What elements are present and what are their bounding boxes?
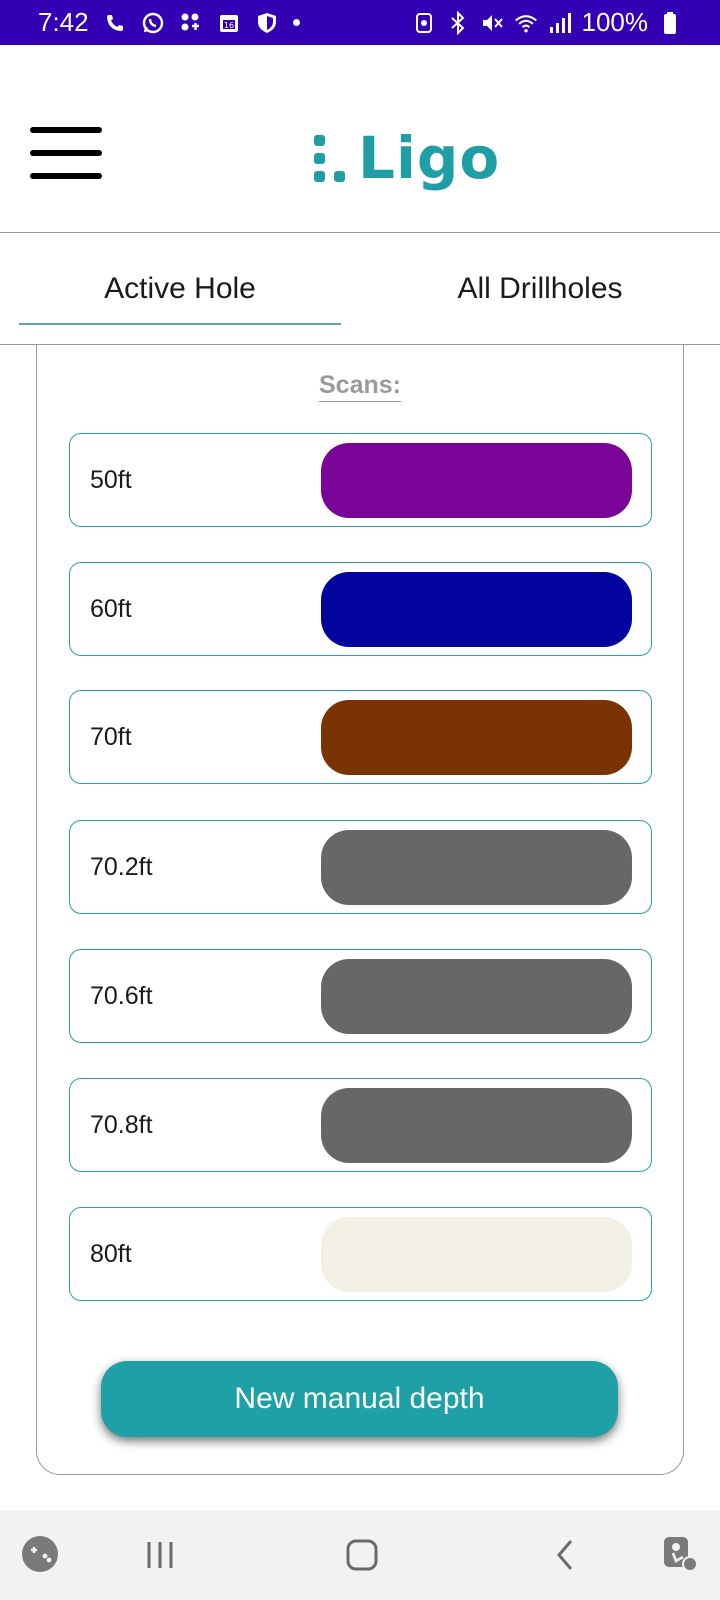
signal-icon [548, 11, 572, 35]
scan-depth-label: 80ft [90, 1239, 132, 1268]
battery-icon [658, 11, 682, 35]
back-icon[interactable] [546, 1535, 586, 1575]
scan-depth-label: 70.6ft [90, 981, 153, 1010]
app-header: Ligo [0, 45, 720, 233]
wifi-icon [514, 11, 538, 35]
scan-color-swatch [321, 830, 632, 905]
status-bar: 7:42 16 100% [0, 0, 720, 45]
system-nav-bar [0, 1510, 720, 1600]
ligo-logo: Ligo [312, 123, 500, 193]
scan-depth-label: 70ft [90, 722, 132, 751]
mute-icon [480, 11, 504, 35]
battery-percent: 100% [581, 7, 649, 37]
tab-label: Active Hole [104, 271, 256, 305]
calendar-icon: 16 [217, 11, 241, 35]
scan-depth-label: 70.2ft [90, 852, 153, 881]
whatsapp-icon [141, 11, 165, 35]
scan-depth-label: 60ft [90, 594, 132, 623]
tab-active-hole[interactable]: Active Hole [0, 233, 360, 344]
nfc-icon [412, 11, 436, 35]
new-manual-depth-button[interactable]: New manual depth [101, 1361, 618, 1437]
scan-row[interactable]: 60ft [69, 562, 652, 656]
status-time: 7:42 [38, 7, 89, 37]
scan-color-swatch [321, 443, 632, 518]
scan-row[interactable]: 70.8ft [69, 1078, 652, 1172]
scan-depth-label: 50ft [90, 465, 132, 494]
scan-row[interactable]: 50ft [69, 433, 652, 527]
accessibility-icon[interactable] [660, 1534, 700, 1574]
tab-all-drillholes[interactable]: All Drillholes [360, 233, 720, 344]
scan-row[interactable]: 80ft [69, 1207, 652, 1301]
shield-icon [255, 11, 279, 35]
logo-text: Ligo [358, 124, 501, 192]
scan-row[interactable]: 70.2ft [69, 820, 652, 914]
scan-color-swatch [321, 572, 632, 647]
scans-card: Scans: 50ft 60ft 70ft 70.2ft 70.6ft 70.8… [36, 345, 684, 1475]
scan-color-swatch [321, 1217, 632, 1292]
status-right: 100% [412, 7, 683, 38]
home-icon[interactable] [342, 1535, 382, 1575]
game-launcher-icon[interactable] [20, 1534, 60, 1574]
tab-bar: Active Hole All Drillholes [0, 233, 720, 345]
apps-icon [179, 11, 203, 35]
recent-apps-icon[interactable] [140, 1535, 180, 1575]
tab-label: All Drillholes [457, 271, 623, 305]
notification-dot-icon [292, 19, 300, 26]
scan-color-swatch [321, 700, 632, 775]
logo-mark-icon [312, 133, 346, 183]
phone-icon [103, 11, 127, 35]
scan-color-swatch [321, 1088, 632, 1163]
scan-row[interactable]: 70.6ft [69, 949, 652, 1043]
scan-depth-label: 70.8ft [90, 1110, 153, 1139]
scan-color-swatch [321, 959, 632, 1034]
hamburger-menu-icon[interactable] [30, 127, 102, 179]
svg-text:16: 16 [224, 21, 234, 30]
scans-title: Scans: [37, 371, 683, 402]
status-left: 7:42 16 [38, 7, 300, 38]
scan-row[interactable]: 70ft [69, 690, 652, 784]
bluetooth-icon [446, 10, 470, 35]
